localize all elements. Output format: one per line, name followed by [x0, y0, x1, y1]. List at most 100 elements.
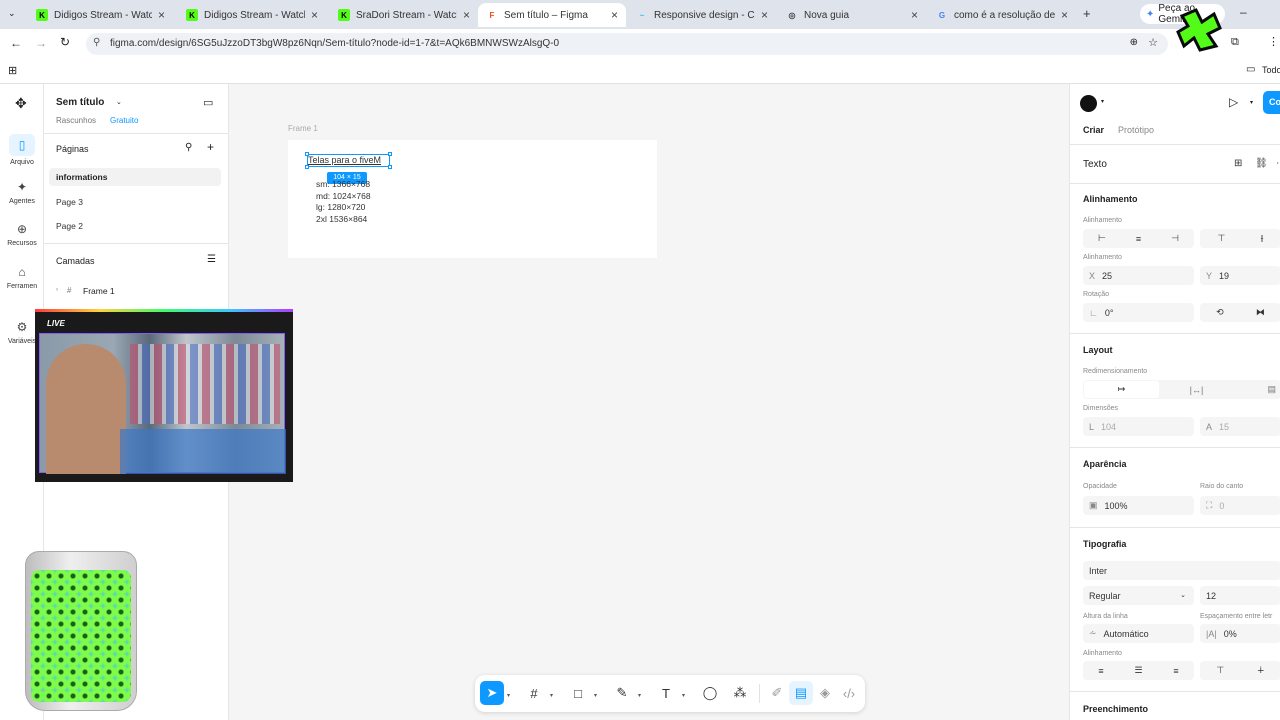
chevron-down-icon[interactable]: ▾ [550, 692, 553, 699]
figma-logo-icon[interactable]: ✥ [15, 95, 27, 112]
browser-tab[interactable]: G como é a resolução de 153 × [928, 3, 1076, 27]
browser-tab[interactable]: ◎ Nova guia × [778, 3, 926, 27]
vertical-align-middle-icon[interactable]: ∔ [1257, 665, 1265, 676]
opacity-field[interactable]: ▣ 100% [1083, 496, 1194, 515]
chevron-down-icon[interactable]: ▾ [1101, 98, 1104, 105]
rail-item-ferramentas[interactable]: ⌂ Ferramen [0, 265, 44, 290]
design-mode-button[interactable]: ▤ [789, 681, 813, 705]
page-item[interactable]: Page 3 [56, 197, 83, 207]
chevron-down-icon[interactable]: ▾ [638, 692, 641, 699]
back-icon[interactable]: ← [10, 36, 22, 50]
zoom-icon[interactable]: ⊕ [1130, 37, 1138, 48]
close-icon[interactable]: × [463, 8, 470, 22]
text-line[interactable]: sm: 1366×768 [316, 179, 370, 189]
link-icon[interactable]: ⛓ [1255, 158, 1268, 169]
dev-mode-button[interactable]: ‹/› [837, 681, 861, 705]
rotation-field[interactable]: ∟ 0° [1083, 303, 1194, 322]
comment-tool-button[interactable]: ◯ [698, 681, 722, 705]
chevron-down-icon[interactable]: ▾ [507, 692, 510, 699]
resize-handle[interactable] [388, 152, 392, 156]
radius-field[interactable]: ⛶ 0 [1200, 496, 1280, 515]
file-name[interactable]: Sem título [56, 97, 104, 108]
page-item[interactable]: Page 2 [56, 221, 83, 231]
rail-item-recursos[interactable]: ⊕ Recursos [0, 222, 44, 247]
avatar[interactable] [1080, 95, 1097, 112]
layer-item[interactable]: Frame 1 [83, 286, 115, 296]
align-middle-icon[interactable]: ⫲ [1261, 233, 1264, 244]
sidebar-toggle-icon[interactable]: ▭ [203, 96, 213, 109]
tab-prototipo[interactable]: Protótipo [1118, 125, 1154, 135]
width-field[interactable]: L 104 [1083, 417, 1194, 436]
flip-icon[interactable]: ⧓ [1256, 307, 1265, 318]
frame[interactable]: Telas para o fiveM 104 × 15 sm: 1366×768… [288, 140, 657, 258]
forward-icon[interactable]: → [35, 36, 47, 50]
close-icon[interactable]: × [761, 8, 768, 22]
browser-tab-active[interactable]: F Sem título – Figma × [478, 3, 626, 27]
align-top-icon[interactable]: ⊤ [1218, 233, 1226, 244]
rotate-icon[interactable]: ⟲ [1216, 307, 1224, 318]
browser-tab[interactable]: K Didigos Stream - Watch Li × [178, 3, 326, 27]
letter-spacing-field[interactable]: |A| 0% [1200, 624, 1280, 643]
page-item[interactable]: informations [56, 172, 107, 182]
chevron-down-icon[interactable]: ▾ [682, 692, 685, 699]
site-info-icon[interactable]: ⚲ [93, 37, 100, 48]
frame-label[interactable]: Frame 1 [288, 124, 318, 133]
breadcrumb-drafts[interactable]: Rascunhos [56, 116, 96, 125]
x-field[interactable]: X 25 [1083, 266, 1194, 285]
minimize-icon[interactable]: – [1240, 5, 1247, 19]
prototype-mode-button[interactable]: ◈ [813, 681, 837, 705]
resize-fill-button[interactable]: ▤ [1234, 384, 1280, 395]
chevron-down-icon[interactable]: ▾ [1250, 99, 1253, 106]
align-left-icon[interactable]: ⊢ [1098, 233, 1106, 244]
font-size-field[interactable]: 12 [1200, 586, 1280, 605]
text-align-center-icon[interactable]: ☰ [1134, 665, 1142, 676]
line-height-field[interactable]: ⩪ Automático [1083, 624, 1194, 643]
present-play-icon[interactable]: ▷ [1229, 95, 1238, 109]
shape-tool-button[interactable]: □ [566, 681, 590, 705]
menu-icon[interactable]: ⋮ [1268, 35, 1279, 48]
pen-tool-button[interactable]: ✎ [610, 681, 634, 705]
rail-item-agentes[interactable]: ✦ Agentes [0, 180, 44, 205]
text-align-left-icon[interactable]: ≡ [1098, 666, 1103, 676]
actions-tool-button[interactable]: ⁂ [728, 681, 752, 705]
reload-icon[interactable]: ↻ [60, 35, 70, 49]
align-center-icon[interactable]: ≡ [1136, 234, 1141, 244]
font-weight-select[interactable]: Regular ⌄ [1083, 586, 1194, 605]
text-line[interactable]: 2xl 1536×864 [316, 214, 367, 224]
draw-mode-button[interactable]: ✐ [765, 681, 789, 705]
text-line[interactable]: lg: 1280×720 [316, 202, 365, 212]
extensions-icon[interactable]: ⧉ [1231, 36, 1239, 49]
layers-filter-icon[interactable]: ☰ [207, 254, 216, 265]
canvas[interactable]: Frame 1 Telas para o fiveM 104 × 15 sm: … [229, 84, 1069, 720]
vertical-align-top-icon[interactable]: ⊤ [1216, 665, 1224, 676]
close-icon[interactable]: × [911, 8, 918, 22]
rail-item-arquivo[interactable]: ▯ Arquivo [0, 134, 44, 166]
grid-icon[interactable]: ⊞ [1234, 158, 1242, 169]
tab-criar[interactable]: Criar [1083, 125, 1104, 135]
resize-fixed-button[interactable]: ↦ [1084, 381, 1159, 398]
height-field[interactable]: A 15 [1200, 417, 1280, 436]
bookmark-star-icon[interactable]: ☆ [1148, 36, 1158, 49]
selected-text-layer[interactable]: Telas para o fiveM [307, 154, 390, 167]
share-button[interactable]: Co [1263, 91, 1280, 114]
move-tool-button[interactable]: ➤ [480, 681, 504, 705]
apps-grid-icon[interactable]: ⊞ [8, 64, 17, 77]
url-bar[interactable]: ⚲ figma.com/design/6SG5uJzzoDT3bgW8pz6Nq… [86, 33, 1168, 55]
frame-tool-button[interactable]: # [522, 681, 546, 705]
close-icon[interactable]: × [1061, 8, 1068, 22]
chevron-down-icon[interactable]: ⌄ [116, 98, 122, 106]
resize-handle[interactable] [305, 165, 309, 169]
search-icon[interactable]: ⚲ [185, 142, 192, 153]
resize-hug-button[interactable]: |↔| [1159, 385, 1234, 395]
text-align-right-icon[interactable]: ≡ [1173, 666, 1178, 676]
font-family-field[interactable]: Inter [1083, 561, 1280, 580]
close-icon[interactable]: × [611, 8, 618, 22]
chevron-down-icon[interactable]: ▾ [594, 692, 597, 699]
tab-search-icon[interactable]: ⌄ [8, 8, 16, 19]
browser-tab[interactable]: K Didigos Stream - Watch Li × [28, 3, 173, 27]
add-page-icon[interactable]: + [207, 140, 214, 154]
close-icon[interactable]: × [311, 8, 318, 22]
y-field[interactable]: Y 19 [1200, 266, 1280, 285]
text-line[interactable]: md: 1024×768 [316, 191, 371, 201]
frame-chevron-icon[interactable]: › [56, 287, 58, 293]
